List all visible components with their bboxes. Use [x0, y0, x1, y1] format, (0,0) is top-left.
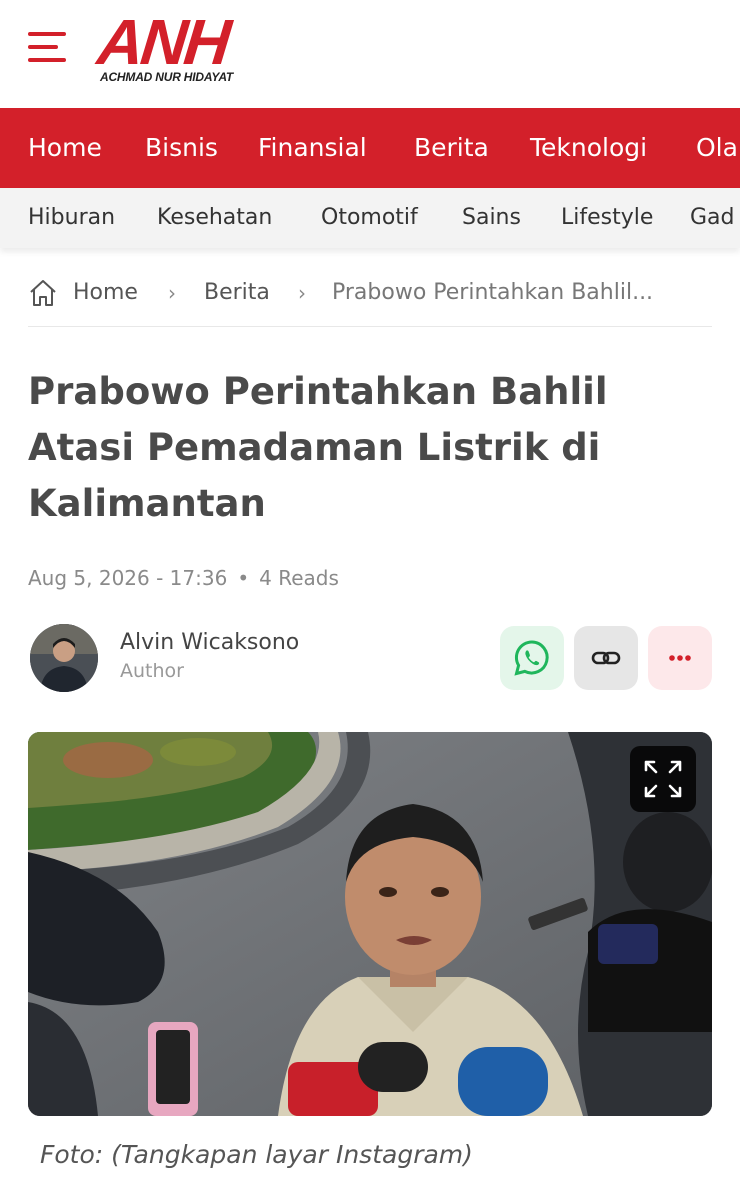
article-title: Prabowo Perintahkan Bahlil Atasi Pemadam… [28, 370, 608, 525]
author-role: Author [120, 660, 184, 682]
article-meta: Aug 5, 2026 - 17:36 • 4 Reads [28, 564, 339, 592]
author-row: Alvin Wicaksono Author [28, 622, 712, 694]
article-date: Aug 5, 2026 - 17:36 [28, 566, 228, 590]
breadcrumb: Home › Berita › Prabowo Perintahkan Bahl… [28, 272, 712, 316]
secondary-nav: Hiburan Kesehatan Otomotif Sains Lifesty… [0, 188, 740, 248]
expand-photo-button[interactable] [630, 746, 696, 812]
whatsapp-icon [514, 640, 549, 676]
nav-item-hiburan[interactable]: Hiburan [28, 188, 115, 248]
nav-item-kesehatan[interactable]: Kesehatan [157, 188, 272, 248]
logo-mark: ANH [94, 6, 232, 78]
article-photo[interactable] [28, 732, 712, 1116]
site-logo[interactable]: ANH ACHMAD NUR HIDAYAT [94, 6, 273, 86]
divider [28, 326, 712, 327]
author-name[interactable]: Alvin Wicaksono [120, 630, 299, 655]
nav-item-olahraga[interactable]: Ola [696, 108, 738, 188]
share-whatsapp-button[interactable] [500, 626, 564, 690]
more-icon [669, 655, 691, 661]
nav-item-finansial[interactable]: Finansial [258, 108, 367, 188]
nav-item-berita[interactable]: Berita [414, 108, 489, 188]
menu-icon[interactable] [28, 32, 66, 62]
logo-subtitle: ACHMAD NUR HIDAYAT [100, 70, 234, 84]
nav-item-gadget[interactable]: Gad [690, 188, 735, 248]
nav-item-lifestyle[interactable]: Lifestyle [561, 188, 653, 248]
author-avatar[interactable] [30, 624, 98, 692]
breadcrumb-chevron-icon: › [298, 281, 306, 305]
nav-item-otomotif[interactable]: Otomotif [321, 188, 418, 248]
expand-icon [644, 760, 682, 798]
copy-link-button[interactable] [574, 626, 638, 690]
nav-item-teknologi[interactable]: Teknologi [530, 108, 647, 188]
meta-separator: • [237, 566, 250, 590]
breadcrumb-home[interactable]: Home [73, 278, 138, 308]
nav-item-sains[interactable]: Sains [462, 188, 521, 248]
article-reads: 4 Reads [259, 566, 339, 590]
breadcrumb-section[interactable]: Berita [204, 278, 270, 308]
primary-nav: Home Bisnis Finansial Berita Teknologi O… [0, 108, 740, 188]
nav-item-bisnis[interactable]: Bisnis [145, 108, 218, 188]
more-share-button[interactable] [648, 626, 712, 690]
breadcrumb-chevron-icon: › [168, 281, 176, 305]
link-icon [591, 651, 621, 665]
nav-item-home[interactable]: Home [28, 108, 102, 188]
breadcrumb-current: Prabowo Perintahkan Bahlil... [332, 280, 654, 305]
home-icon[interactable] [28, 278, 58, 308]
photo-caption: Foto: (Tangkapan layar Instagram) [40, 1140, 473, 1169]
site-header: ANH ACHMAD NUR HIDAYAT [0, 0, 740, 108]
